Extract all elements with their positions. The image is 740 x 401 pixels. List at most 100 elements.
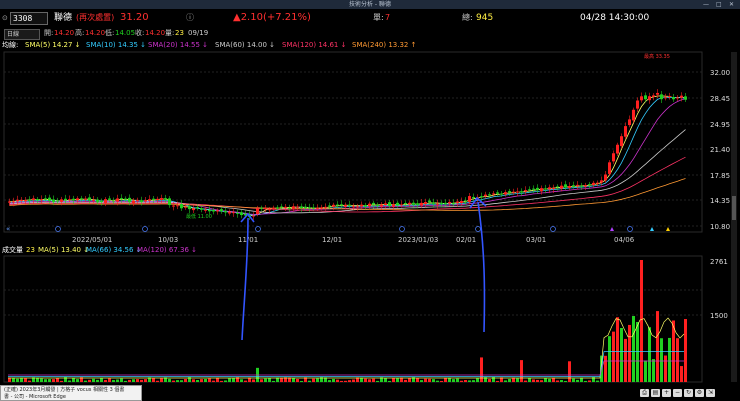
- volume-bar: [684, 319, 687, 382]
- volume-bar: [36, 377, 39, 382]
- volume-bar: [60, 380, 63, 382]
- volume-bar: [464, 380, 467, 382]
- candle-body: [200, 208, 203, 210]
- volume-bar: [244, 380, 247, 382]
- expand-icon[interactable]: ⇲: [706, 389, 715, 397]
- volume-bar: [416, 378, 419, 382]
- volume-ma-lines: [8, 317, 685, 379]
- price-axis-label: 32.00: [710, 69, 730, 77]
- volume-bar: [664, 355, 667, 382]
- volume-bar: [52, 379, 55, 382]
- candle-body: [52, 199, 55, 203]
- candle-body: [592, 182, 595, 185]
- candle-body: [264, 208, 267, 210]
- hand-drawn-arrow: [477, 201, 486, 333]
- candle-body: [544, 188, 547, 190]
- candle-body: [464, 200, 467, 202]
- candle-body: [300, 206, 303, 208]
- volume-bar: [540, 380, 543, 382]
- candle-body: [588, 184, 591, 186]
- volume-bar: [668, 337, 671, 382]
- volume-bar: [260, 379, 263, 382]
- refresh-icon[interactable]: ↻: [684, 389, 693, 397]
- candle-body: [128, 197, 131, 203]
- volume-bar: [348, 380, 351, 382]
- candle-body: [360, 204, 363, 207]
- volume-bar: [252, 379, 255, 382]
- candle-body: [500, 193, 503, 195]
- scrollbar-thumb[interactable]: [732, 196, 736, 220]
- volume-bar: [520, 360, 523, 382]
- candle-body: [488, 194, 491, 196]
- candle-body: [672, 97, 675, 100]
- candle-body: [516, 191, 519, 193]
- candle-body: [620, 136, 623, 147]
- volume-bar: [12, 377, 15, 382]
- volume-bar: [364, 378, 367, 382]
- candle-body: [404, 203, 407, 205]
- volume-bar: [40, 378, 43, 382]
- print-icon[interactable]: ⎙: [640, 389, 649, 397]
- candle-body: [432, 202, 435, 204]
- candle-body: [548, 187, 551, 190]
- price-axis-label: 14.35: [710, 197, 730, 205]
- candle-body: [240, 212, 243, 216]
- date-axis-label: 2023/01/03: [398, 236, 438, 244]
- price-axis-label: 28.45: [710, 95, 730, 103]
- volume-bar: [560, 380, 563, 382]
- volume-bar: [100, 377, 103, 382]
- candle-body: [564, 184, 567, 188]
- kline-chart[interactable]: 32.00 28.45 24.95 21.40 17.85 14.35 10.8…: [0, 0, 740, 401]
- candle-body: [328, 205, 331, 207]
- candle-body: [596, 182, 599, 184]
- candle-body: [36, 199, 39, 201]
- price-axis-label: 10.80: [710, 223, 730, 231]
- volume-bar: [336, 379, 339, 382]
- volume-bar: [156, 380, 159, 382]
- candle-body: [228, 211, 231, 214]
- candle-body: [152, 198, 155, 200]
- candle-body: [340, 204, 343, 206]
- candle-body: [536, 187, 539, 191]
- volume-bar: [620, 328, 623, 382]
- candle-body: [460, 200, 463, 203]
- scroll-left-icon[interactable]: «: [6, 225, 10, 233]
- volume-panel-frame: [3, 255, 703, 383]
- zoom-out-icon[interactable]: −: [673, 389, 682, 397]
- volume-ma-line: [8, 351, 684, 377]
- volume-bar: [128, 379, 131, 382]
- candle-body: [48, 197, 51, 201]
- zoom-in-icon[interactable]: +: [662, 389, 671, 397]
- candle-body: [560, 185, 563, 189]
- candle-body: [252, 215, 255, 217]
- volume-bar: [104, 380, 107, 382]
- high-annotation: 最高 33.35: [644, 53, 670, 60]
- save-icon[interactable]: ▤: [651, 389, 660, 397]
- volume-bar: [548, 378, 551, 382]
- candle-body: [28, 199, 31, 201]
- volume-bar: [24, 378, 27, 382]
- volume-bar: [312, 378, 315, 382]
- volume-bar: [408, 378, 411, 382]
- volume-bar: [196, 380, 199, 382]
- volume-bar: [680, 366, 683, 382]
- volume-bar: [28, 380, 31, 382]
- candle-body: [628, 119, 631, 126]
- volume-bar: [440, 380, 443, 382]
- volume-bar: [316, 378, 319, 382]
- candle-body: [92, 199, 95, 201]
- candle-body: [292, 206, 295, 209]
- candle-body: [364, 205, 367, 207]
- settings-icon[interactable]: ⚙: [695, 389, 704, 397]
- taskbar-preview-popup[interactable]: (正確) 2023年3月觸發 | 方格子 vocus 相關性 3 個書 書 - …: [0, 385, 142, 401]
- volume-bar: [508, 378, 511, 382]
- candle-body: [176, 205, 179, 207]
- event-markers[interactable]: [55, 226, 671, 232]
- candle-body: [172, 205, 175, 207]
- volume-bar: [576, 379, 579, 382]
- candle-body: [284, 206, 287, 209]
- volume-bar: [132, 379, 135, 382]
- candle-body: [676, 97, 679, 99]
- volume-bar: [268, 377, 271, 382]
- candle-body: [312, 207, 315, 209]
